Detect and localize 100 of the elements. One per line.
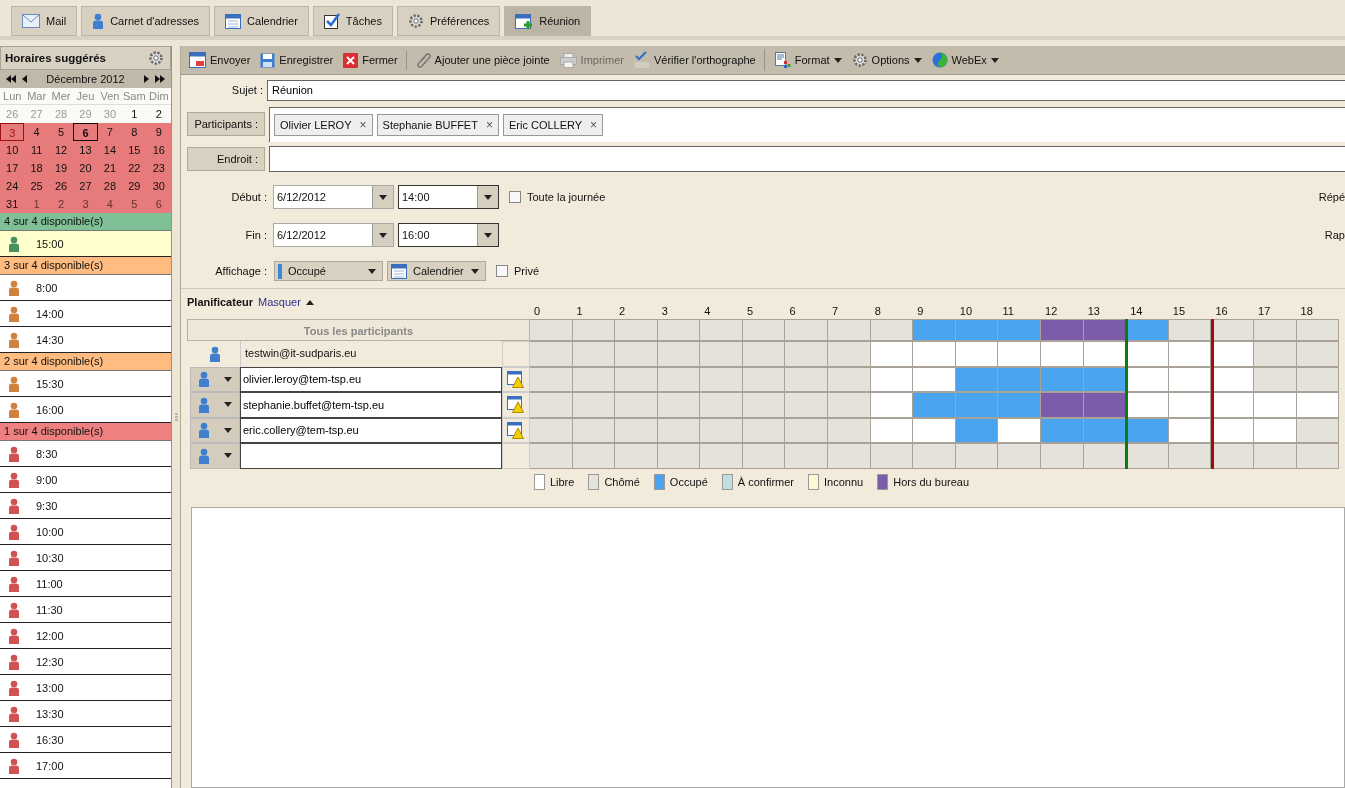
first-page-icon[interactable] xyxy=(6,75,16,83)
participant-field[interactable]: stephanie.buffet@tem-tsp.eu xyxy=(240,392,502,418)
date-field[interactable]: 6/12/2012 xyxy=(273,223,394,247)
participant-chip[interactable]: Olivier LEROY × xyxy=(274,113,373,136)
calendar-day[interactable]: 23 xyxy=(146,159,171,177)
calendar-day[interactable]: 27 xyxy=(73,177,98,195)
calendar-day[interactable]: 24 xyxy=(0,177,25,195)
calendar-day[interactable]: 4 xyxy=(97,195,123,213)
attendee-type-dropdown[interactable] xyxy=(190,417,240,443)
calendar-day[interactable]: 25 xyxy=(24,177,49,195)
calendar-day[interactable]: 9 xyxy=(146,123,171,141)
participant-field[interactable]: eric.collery@tem-tsp.eu xyxy=(240,417,502,443)
toolbar-button[interactable]: WebEx xyxy=(927,50,1003,70)
calendar-day[interactable]: 1 xyxy=(122,105,147,123)
calendar-day[interactable]: 22 xyxy=(122,159,147,177)
app-tab[interactable]: Mail xyxy=(11,6,78,36)
calendar-day[interactable]: 19 xyxy=(48,159,74,177)
calendar-warning-icon[interactable] xyxy=(507,421,525,439)
app-tab[interactable]: Calendrier xyxy=(214,6,309,36)
legend-label: Chômé xyxy=(604,475,640,488)
toolbar-button[interactable]: Fermer xyxy=(339,50,407,70)
location-field[interactable] xyxy=(269,146,1345,172)
time-field[interactable]: 14:00 xyxy=(398,185,499,209)
calendar-day[interactable]: 17 xyxy=(0,159,25,177)
attendee-type-dropdown[interactable] xyxy=(190,366,240,392)
last-page-icon[interactable] xyxy=(155,75,165,83)
calendar-day[interactable]: 1 xyxy=(24,195,49,213)
calendar-warning-icon[interactable] xyxy=(507,370,525,388)
calendar-day[interactable]: 11 xyxy=(24,141,49,159)
calendar-day[interactable]: 14 xyxy=(97,141,123,159)
remove-icon[interactable]: × xyxy=(590,117,598,132)
app-tab[interactable]: Réunion xyxy=(504,6,592,36)
calendar-day[interactable]: 18 xyxy=(24,159,49,177)
calendar-day[interactable]: 29 xyxy=(122,177,147,195)
calendar-day[interactable]: 6 xyxy=(146,195,171,213)
calendar-day[interactable]: 30 xyxy=(146,177,171,195)
calendar-day[interactable]: 31 xyxy=(0,195,25,213)
toolbar-button[interactable]: Options xyxy=(847,50,926,70)
calendar-day[interactable]: 13 xyxy=(73,141,98,159)
calendar-day[interactable]: 12 xyxy=(48,141,74,159)
column-header: Tous les participants xyxy=(187,319,530,341)
calendar-day[interactable]: 7 xyxy=(97,123,123,141)
app-tab[interactable]: Carnet d'adresses xyxy=(81,6,211,36)
calendar-day[interactable]: 5 xyxy=(122,195,147,213)
time-field[interactable]: 16:00 xyxy=(398,223,499,247)
toolbar-button[interactable]: Ajouter une pièce jointe xyxy=(412,50,554,70)
toolbar-button[interactable]: Envoyer xyxy=(185,50,255,70)
attendee-type-dropdown[interactable] xyxy=(190,443,240,469)
subject-field[interactable]: Réunion xyxy=(267,79,1345,101)
participant-chip[interactable]: Stephanie BUFFET × xyxy=(376,113,499,136)
person-icon xyxy=(8,601,20,618)
calendar-day[interactable]: 4 xyxy=(24,123,49,141)
previous-icon[interactable] xyxy=(22,75,27,83)
close-icon xyxy=(343,52,359,68)
hide-link[interactable]: Masquer xyxy=(258,296,301,308)
calendar-day[interactable]: 5 xyxy=(48,123,74,141)
calendar-day[interactable]: 16 xyxy=(146,141,171,159)
hour-label: 2 xyxy=(618,306,627,316)
participants-field[interactable]: Olivier LEROY × Stephanie BUFFET × Eric COLLERY × xyxy=(269,106,1345,142)
show-as-dropdown[interactable]: Occupé xyxy=(274,261,383,281)
time-marker[interactable] xyxy=(1210,319,1214,469)
app-tab[interactable]: Préférences xyxy=(396,6,501,36)
calendar-day[interactable]: 15 xyxy=(122,141,147,159)
calendar-day[interactable]: 6 xyxy=(73,123,98,141)
collapse-icon[interactable] xyxy=(305,299,314,305)
participant-field[interactable] xyxy=(240,443,502,469)
calendar-day[interactable]: 2 xyxy=(48,195,74,213)
participant-field[interactable]: olivier.leroy@tem-tsp.eu xyxy=(240,366,502,392)
participant-chip[interactable]: Eric COLLERY × xyxy=(502,113,604,136)
app-tab[interactable]: Tâches xyxy=(312,6,393,36)
calendar-day[interactable]: 8 xyxy=(122,123,147,141)
calendar-day[interactable]: 2 xyxy=(146,105,171,123)
splitter-handle[interactable] xyxy=(174,412,178,422)
calendar-day[interactable]: 10 xyxy=(0,141,25,159)
toolbar-button[interactable]: Vérifier l'orthographe xyxy=(629,49,765,71)
calendar-day[interactable]: 20 xyxy=(73,159,98,177)
calendar-day[interactable]: 21 xyxy=(97,159,123,177)
field-label: Fin : xyxy=(244,229,267,241)
printer-icon xyxy=(559,52,577,68)
attendee-type-dropdown[interactable] xyxy=(190,392,240,418)
toolbar-button[interactable]: Format xyxy=(770,50,846,70)
hour-label: 0 xyxy=(532,306,542,316)
calendar-dropdown[interactable]: Calendrier xyxy=(387,261,486,281)
calendar-warning-icon[interactable] xyxy=(507,396,525,414)
calendar-day[interactable]: 26 xyxy=(48,177,74,195)
next-icon[interactable] xyxy=(144,75,149,83)
time-marker[interactable] xyxy=(1125,319,1129,469)
toolbar-button[interactable]: Enregistrer xyxy=(256,50,338,70)
checkbox[interactable] xyxy=(496,265,508,277)
participants-button[interactable]: Participants : xyxy=(187,112,265,136)
caret-icon xyxy=(833,57,842,63)
person-icon xyxy=(8,679,20,696)
time-slot[interactable]: 15:00 xyxy=(0,231,171,257)
remove-icon[interactable]: × xyxy=(485,117,493,132)
remove-icon[interactable]: × xyxy=(359,117,367,132)
calendar-day[interactable]: 28 xyxy=(97,177,123,195)
calendar-day[interactable]: 3 xyxy=(73,195,98,213)
location-button[interactable]: Endroit : xyxy=(187,147,265,171)
date-field[interactable]: 6/12/2012 xyxy=(273,185,394,209)
checkbox[interactable] xyxy=(509,191,521,203)
